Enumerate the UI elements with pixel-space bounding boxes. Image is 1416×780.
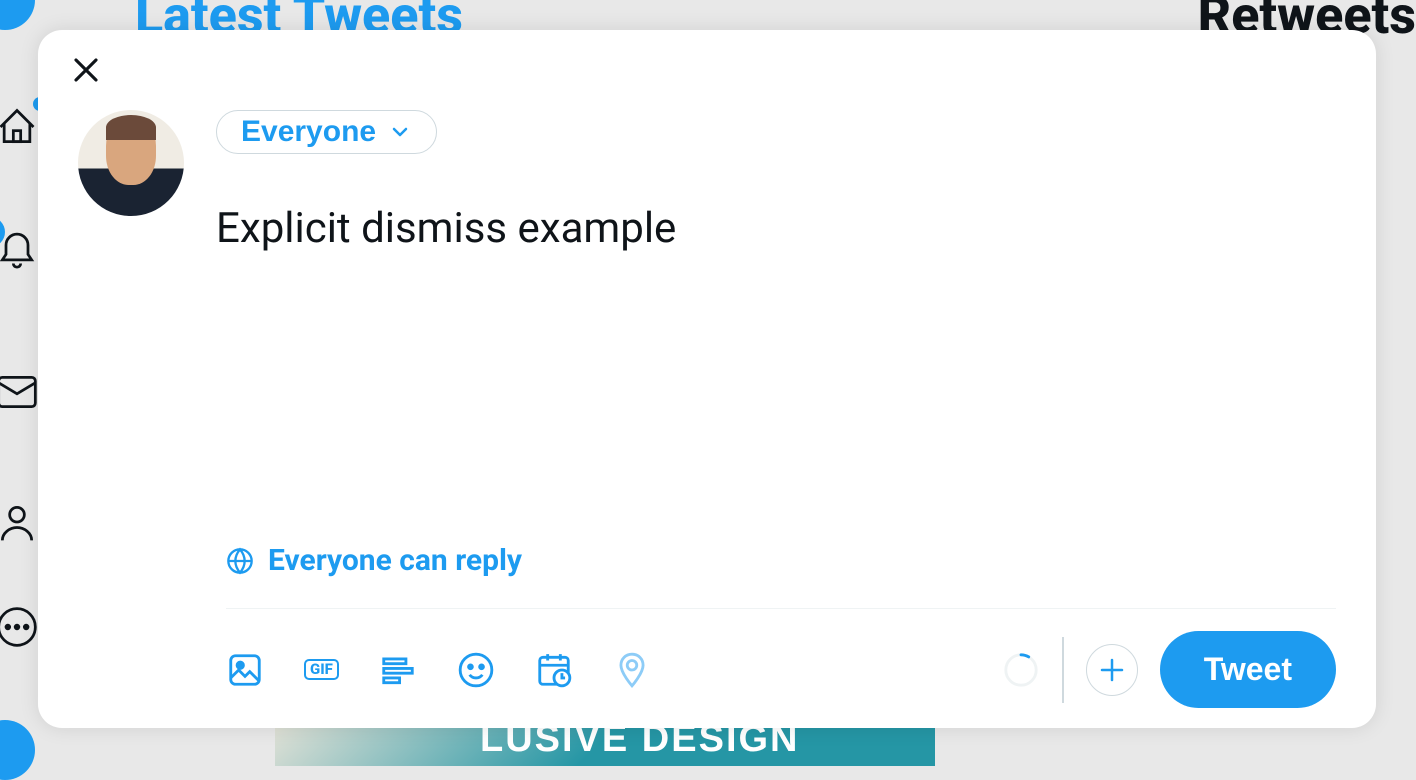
globe-icon bbox=[226, 547, 254, 575]
tweet-button[interactable]: Tweet bbox=[1160, 631, 1336, 708]
compose-toolbar: GIF bbox=[226, 631, 1336, 708]
reply-settings-label: Everyone can reply bbox=[268, 543, 522, 578]
media-button[interactable] bbox=[226, 651, 264, 689]
poll-button[interactable] bbox=[379, 651, 417, 689]
home-icon bbox=[0, 105, 39, 153]
notifications-icon: 1 bbox=[0, 225, 39, 273]
compose-column: Everyone Explicit dismiss example bbox=[216, 110, 1336, 537]
modal-header bbox=[38, 30, 1376, 100]
vertical-divider bbox=[1062, 637, 1064, 703]
close-button[interactable] bbox=[66, 50, 106, 90]
gif-button[interactable]: GIF bbox=[304, 659, 339, 680]
chevron-down-icon bbox=[388, 120, 412, 144]
audience-selector-button[interactable]: Everyone bbox=[216, 110, 437, 154]
location-button[interactable] bbox=[613, 651, 651, 689]
modal-body: Everyone Explicit dismiss example bbox=[38, 100, 1376, 537]
bg-logo-circle bbox=[0, 0, 35, 30]
profile-icon bbox=[0, 500, 39, 548]
compose-textarea[interactable]: Explicit dismiss example bbox=[216, 202, 1336, 257]
schedule-icon bbox=[535, 651, 573, 689]
compose-tweet-modal: Everyone Explicit dismiss example Everyo… bbox=[38, 30, 1376, 728]
poll-icon bbox=[379, 651, 417, 689]
add-thread-button[interactable] bbox=[1086, 644, 1138, 696]
gif-icon: GIF bbox=[304, 659, 339, 680]
divider bbox=[226, 608, 1336, 609]
schedule-button[interactable] bbox=[535, 651, 573, 689]
more-icon bbox=[0, 605, 39, 653]
user-avatar bbox=[78, 110, 184, 216]
toolbar-left: GIF bbox=[226, 651, 651, 689]
toolbar-right: Tweet bbox=[1002, 631, 1336, 708]
reply-settings-button[interactable]: Everyone can reply bbox=[216, 537, 532, 584]
emoji-icon bbox=[457, 651, 495, 689]
image-icon bbox=[226, 651, 264, 689]
emoji-button[interactable] bbox=[457, 651, 495, 689]
audience-label: Everyone bbox=[241, 115, 376, 149]
messages-icon bbox=[0, 370, 39, 418]
close-icon bbox=[71, 55, 101, 85]
character-counter bbox=[1002, 651, 1040, 689]
location-icon bbox=[613, 651, 651, 689]
plus-icon bbox=[1097, 655, 1127, 685]
modal-footer: Everyone can reply GIF bbox=[38, 537, 1376, 728]
bg-compose-button bbox=[0, 720, 35, 780]
